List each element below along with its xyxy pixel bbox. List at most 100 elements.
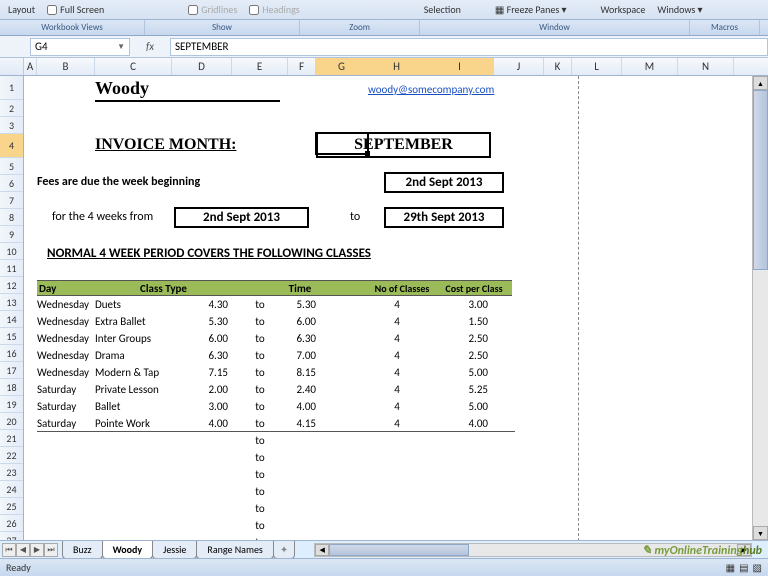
sheet-tab-range-names[interactable]: Range Names [196,541,273,559]
gridlines-check[interactable]: Gridlines [188,3,237,16]
row-header-5[interactable]: 5 [0,158,23,175]
tab-first-icon[interactable]: ⏮ [2,543,16,557]
group-show: Show [145,20,300,35]
row-header-6[interactable]: 6 [0,175,23,192]
col-header-L[interactable]: L [572,58,622,75]
col-class-type: Class Type [95,280,232,296]
watermark: ✎ myOnlineTraininghub [642,543,762,558]
col-header-K[interactable]: K [544,58,572,75]
col-header-E[interactable]: E [232,58,288,75]
table-row: WednesdayDrama6.30to7.0042.50 [37,347,515,364]
row-header-2[interactable]: 2 [0,100,23,117]
fx-button[interactable]: fx [130,40,170,53]
windows-button[interactable]: Windows ▾ [657,3,702,16]
col-header-C[interactable]: C [95,58,172,75]
view-layout-icon[interactable]: ▤ [739,561,748,574]
chevron-down-icon[interactable]: ▼ [117,42,125,52]
freeze-panes-button[interactable]: ▦ Freeze Panes ▾ [495,3,567,16]
table-row: to [37,483,515,500]
row-header-26[interactable]: 26 [0,515,23,532]
status-bar: Ready ▦ ▤ ▧ [0,558,768,576]
row-header-8[interactable]: 8 [0,209,23,226]
print-boundary [578,76,579,546]
row-header-4[interactable]: 4 [0,134,23,158]
row-header-12[interactable]: 12 [0,277,23,294]
col-header-J[interactable]: J [494,58,544,75]
table-row: WednesdayModern & Tap7.15to8.1545.00 [37,364,515,381]
formula-input[interactable]: SEPTEMBER [170,38,768,56]
col-header-M[interactable]: M [622,58,678,75]
table-row: SaturdayPrivate Lesson2.00to2.4045.25 [37,381,515,398]
sheet-tab-buzz[interactable]: Buzz [62,541,103,559]
row-header-21[interactable]: 21 [0,430,23,447]
row-header-23[interactable]: 23 [0,464,23,481]
table-header-row: Day Class Type Time No of Classes Cost p… [37,280,515,296]
col-header-H[interactable]: H [368,58,426,75]
row-header-17[interactable]: 17 [0,362,23,379]
row-header-19[interactable]: 19 [0,396,23,413]
row-header-9[interactable]: 9 [0,226,23,243]
col-header-D[interactable]: D [172,58,232,75]
row-header-24[interactable]: 24 [0,481,23,498]
row-header-11[interactable]: 11 [0,260,23,277]
table-row: to [37,466,515,483]
email-link[interactable]: woody@somecompany.com [368,83,494,96]
col-header-A[interactable]: A [24,58,37,75]
col-header-F[interactable]: F [288,58,316,75]
name-box[interactable]: G4▼ [30,38,130,56]
view-normal-icon[interactable]: ▦ [726,561,735,574]
col-header-I[interactable]: I [426,58,494,75]
row-header-3[interactable]: 3 [0,117,23,134]
headings-check[interactable]: Headings [249,3,299,16]
ribbon-group-labels: Workbook Views Show Zoom Window Macros [0,20,768,36]
workspace-button[interactable]: Workspace [601,3,646,16]
table-row: to [37,517,515,534]
sheet-tab-jessie[interactable]: Jessie [152,541,197,559]
tab-prev-icon[interactable]: ◀ [16,543,30,557]
row-header-22[interactable]: 22 [0,447,23,464]
col-header-B[interactable]: B [37,58,95,75]
for-weeks-text: for the 4 weeks from [52,210,153,224]
tab-nav-buttons[interactable]: ⏮ ◀ ▶ ⏭ [2,543,58,557]
table-body: WednesdayDuets4.30to5.3043.00WednesdayEx… [37,296,515,568]
scrollbar-vertical[interactable]: ▲ ▼ [752,76,768,540]
tab-next-icon[interactable]: ▶ [30,543,44,557]
section-header: NORMAL 4 WEEK PERIOD COVERS THE FOLLOWIN… [47,246,371,261]
select-all-corner[interactable] [0,58,24,75]
sheet-tab-woody[interactable]: Woody [102,541,154,559]
row-header-1[interactable]: 1 [0,76,23,100]
col-cost: Cost per Class [436,280,512,296]
to-date: 29th Sept 2013 [384,207,504,228]
group-views: Workbook Views [0,20,145,35]
table-row: WednesdayExtra Ballet5.30to6.0041.50 [37,313,515,330]
invoice-month-label: INVOICE MONTH: [95,136,236,154]
row-header-15[interactable]: 15 [0,328,23,345]
tab-last-icon[interactable]: ⏭ [44,543,58,557]
col-header-G[interactable]: G [316,58,368,75]
worksheet-grid[interactable]: 1234567891011121314151617181920212223242… [0,76,768,546]
row-header-14[interactable]: 14 [0,311,23,328]
layout-option[interactable]: Layout [8,3,35,16]
from-date: 2nd Sept 2013 [174,207,309,228]
scroll-left-icon[interactable]: ◀ [315,544,329,556]
col-header-N[interactable]: N [678,58,734,75]
row-header-20[interactable]: 20 [0,413,23,430]
row-header-18[interactable]: 18 [0,379,23,396]
scroll-up-icon[interactable]: ▲ [753,76,768,90]
scroll-v-thumb[interactable] [753,90,768,270]
fees-due-date: 2nd Sept 2013 [384,172,504,193]
view-break-icon[interactable]: ▧ [753,561,762,574]
row-header-25[interactable]: 25 [0,498,23,515]
fullscreen-option[interactable]: Full Screen [47,3,104,16]
table-row: to [37,432,515,449]
cells-area[interactable]: Woody woody@somecompany.com INVOICE MONT… [24,76,768,546]
new-sheet-button[interactable]: ✦ [273,541,295,559]
view-controls[interactable]: ▦ ▤ ▧ [726,561,762,574]
scroll-h-thumb[interactable] [329,544,469,556]
row-header-16[interactable]: 16 [0,345,23,362]
group-macros: Macros [690,20,760,35]
row-header-10[interactable]: 10 [0,243,23,260]
row-header-13[interactable]: 13 [0,294,23,311]
row-header-7[interactable]: 7 [0,192,23,209]
scroll-down-icon[interactable]: ▼ [753,526,768,540]
